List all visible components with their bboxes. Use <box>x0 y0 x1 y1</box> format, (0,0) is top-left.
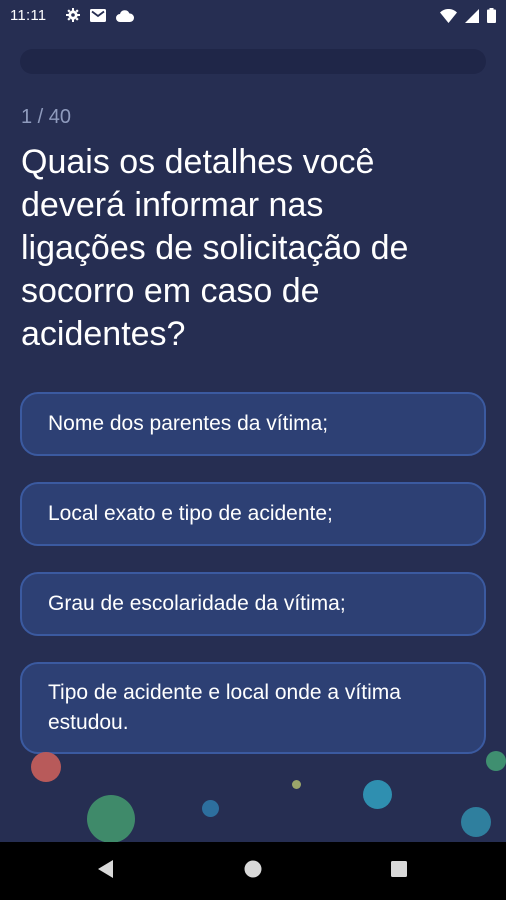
cloud-icon <box>116 9 135 27</box>
answer-option-label: Local exato e tipo de acidente; <box>48 502 333 525</box>
wifi-icon <box>440 8 457 28</box>
battery-icon <box>487 8 496 28</box>
answer-list: Nome dos parentes da vítima; Local exato… <box>20 392 486 754</box>
system-nav-bar <box>0 842 506 900</box>
answer-option[interactable]: Local exato e tipo de acidente; <box>20 482 486 546</box>
answer-option[interactable]: Grau de escolaridade da vítima; <box>20 572 486 636</box>
question-text: Quais os detalhes você deverá informar n… <box>21 143 409 353</box>
decorative-bubble <box>363 780 392 809</box>
quiz-progress-bar <box>20 49 486 74</box>
nav-back-button[interactable] <box>76 842 136 900</box>
answer-option[interactable]: Nome dos parentes da vítima; <box>20 392 486 456</box>
quiz-screen: 11:11 1 / 40 Quais os detalhes você deve… <box>0 0 506 900</box>
status-notification-icons <box>66 8 135 27</box>
status-system-icons <box>440 8 496 28</box>
decorative-bubble <box>461 807 491 837</box>
status-bar: 11:11 <box>0 0 506 32</box>
decorative-bubble <box>292 780 301 789</box>
nav-home-button[interactable] <box>223 842 283 900</box>
gear-icon <box>66 8 80 27</box>
decorative-bubble <box>87 795 135 843</box>
answer-option-label: Nome dos parentes da vítima; <box>48 412 329 435</box>
question-counter: 1 / 40 <box>21 106 72 128</box>
signal-icon <box>465 8 479 28</box>
recents-icon <box>391 860 407 882</box>
back-icon <box>98 859 114 883</box>
home-icon <box>244 860 262 883</box>
mail-icon <box>90 8 106 27</box>
decorative-bubble <box>31 752 61 782</box>
decorative-bubble <box>486 751 506 771</box>
answer-option-label: Grau de escolaridade da vítima; <box>48 592 346 615</box>
decorative-bubble <box>202 800 219 817</box>
status-time: 11:11 <box>10 7 47 24</box>
answer-option[interactable]: Tipo de acidente e local onde a vítima e… <box>20 662 486 754</box>
answer-option-label: Tipo de acidente e local onde a vítima e… <box>48 681 401 734</box>
nav-recents-button[interactable] <box>369 842 429 900</box>
